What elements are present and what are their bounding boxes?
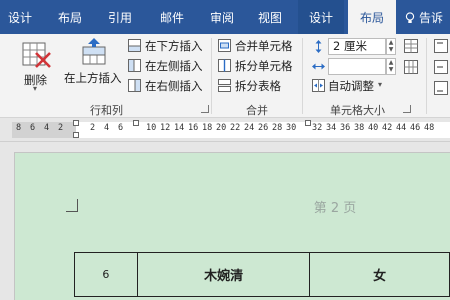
- split-table-button[interactable]: 拆分表格: [218, 78, 298, 96]
- merge-group-label: 合并: [246, 104, 268, 117]
- ruler-number: 12: [160, 123, 171, 133]
- ruler-number: 2: [58, 123, 64, 133]
- first-line-indent-marker[interactable]: [73, 120, 79, 126]
- split-table-label: 拆分表格: [235, 79, 281, 93]
- chevron-down-icon: ▾: [33, 84, 38, 93]
- tab-references[interactable]: 引用: [100, 0, 140, 34]
- tab-mailings[interactable]: 邮件: [150, 0, 194, 34]
- group-divider: [302, 38, 303, 114]
- ruler-number: 24: [244, 123, 255, 133]
- ruler-number: 36: [340, 123, 351, 133]
- horizontal-ruler[interactable]: 8 6 4 2 2 4 6 10 12 14 16 18 20 22 24 26 28 30 32 34 36 38 40 4…: [0, 118, 450, 142]
- ruler-number: 44: [396, 123, 407, 133]
- ruler-number: 26: [258, 123, 269, 133]
- row-height-icon: [315, 40, 322, 53]
- table-cell-number[interactable]: 6: [74, 252, 138, 297]
- delete-table-icon: [22, 42, 51, 68]
- tab-table-design[interactable]: 设计: [298, 0, 344, 34]
- align-bottom-left-icon[interactable]: [434, 81, 448, 95]
- insert-below-button[interactable]: 在下方插入: [128, 38, 206, 56]
- ruler-number: 8: [16, 123, 22, 133]
- delete-button[interactable]: 删除 ▾: [14, 38, 60, 96]
- ruler-number: 34: [326, 123, 337, 133]
- insert-left-label: 在左侧插入: [145, 59, 203, 73]
- column-width-spinner[interactable]: ▲ ▼: [386, 58, 396, 75]
- margin-corner-mark: [77, 199, 78, 212]
- ruler-number: 48: [424, 123, 435, 133]
- ruler-number: 6: [118, 123, 124, 133]
- rows-columns-launcher-icon[interactable]: [201, 105, 209, 113]
- column-marker[interactable]: [133, 120, 139, 126]
- table-cell-name[interactable]: 木婉清: [136, 252, 311, 297]
- ruler-number: 38: [354, 123, 365, 133]
- ruler-number: 6: [30, 123, 36, 133]
- row-height-input[interactable]: 2 厘米: [328, 38, 386, 55]
- row-height-spinner[interactable]: ▲ ▼: [386, 38, 396, 55]
- ruler-number: 40: [368, 123, 379, 133]
- table-row: 6 木婉清 女: [74, 252, 450, 297]
- autofit-button[interactable]: 自动调整 ▾: [312, 78, 402, 96]
- insert-above-icon: [82, 38, 106, 65]
- cell-size-launcher-icon[interactable]: [403, 105, 411, 113]
- ruler-number: 42: [382, 123, 393, 133]
- split-cells-button[interactable]: 拆分单元格: [218, 58, 298, 76]
- tab-view[interactable]: 视图: [250, 0, 290, 34]
- merge-cells-icon: [218, 39, 231, 52]
- split-cells-label: 拆分单元格: [235, 59, 293, 73]
- insert-below-icon: [128, 39, 141, 52]
- split-table-icon: [218, 79, 231, 92]
- insert-right-icon: [128, 79, 141, 92]
- ruler-number: 20: [216, 123, 227, 133]
- autofit-label: 自动调整: [328, 79, 374, 93]
- ruler-number: 22: [230, 123, 241, 133]
- ruler-number: 32: [312, 123, 323, 133]
- group-divider: [426, 38, 427, 114]
- align-top-left-icon[interactable]: [434, 39, 448, 53]
- table-cell-gender[interactable]: 女: [309, 252, 450, 297]
- insert-left-button[interactable]: 在左侧插入: [128, 58, 206, 76]
- group-divider: [211, 38, 212, 114]
- align-center-left-icon[interactable]: [434, 60, 448, 74]
- ruler-number: 4: [44, 123, 50, 133]
- merge-cells-button[interactable]: 合并单元格: [218, 38, 298, 56]
- ruler-number: 2: [90, 123, 96, 133]
- tab-layout[interactable]: 布局: [48, 0, 92, 34]
- ruler-number: 28: [272, 123, 283, 133]
- rows-columns-group-label: 行和列: [90, 104, 123, 117]
- chevron-down-icon: ▾: [378, 80, 383, 89]
- cell-size-group-label: 单元格大小: [330, 104, 385, 117]
- tab-table-layout[interactable]: 布局: [348, 0, 396, 34]
- column-width-input[interactable]: [328, 58, 386, 75]
- ruler-number: 14: [174, 123, 185, 133]
- ruler-number: 18: [202, 123, 213, 133]
- ruler-number: 16: [188, 123, 199, 133]
- lightbulb-icon: [405, 12, 415, 23]
- ribbon-tab-bar: 设计 布局 引用 邮件 审阅 视图 设计 布局 告诉我: [0, 0, 450, 61]
- insert-above-button[interactable]: 在上方插入: [62, 36, 126, 92]
- left-indent-marker[interactable]: [73, 132, 79, 138]
- insert-left-icon: [128, 59, 141, 72]
- column-marker[interactable]: [305, 120, 311, 126]
- insert-above-label: 在上方插入: [64, 71, 122, 85]
- tell-me-box[interactable]: 告诉我: [405, 0, 450, 61]
- merge-cells-label: 合并单元格: [235, 39, 293, 53]
- ruler-number: 46: [410, 123, 421, 133]
- ruler-number: 10: [146, 123, 157, 133]
- split-cells-icon: [218, 59, 231, 72]
- insert-right-button[interactable]: 在右侧插入: [128, 78, 206, 96]
- ruler-number: 30: [286, 123, 297, 133]
- tab-review[interactable]: 审阅: [200, 0, 244, 34]
- document-table[interactable]: 6 木婉清 女: [74, 252, 450, 297]
- page-number-label: 第 2 页: [313, 201, 357, 216]
- distribute-rows-icon[interactable]: [404, 39, 418, 53]
- insert-below-label: 在下方插入: [145, 39, 203, 53]
- ruler-number: 4: [104, 123, 110, 133]
- insert-right-label: 在右侧插入: [145, 79, 203, 93]
- tab-design[interactable]: 设计: [0, 0, 40, 34]
- column-width-icon: [312, 63, 325, 70]
- ribbon: 删除 ▾ 在上方插入 在下方插入 在左侧插入 在右侧插入 行和列 合并单元格 拆…: [0, 34, 450, 118]
- autofit-icon: [312, 79, 325, 92]
- distribute-columns-icon[interactable]: [404, 60, 418, 74]
